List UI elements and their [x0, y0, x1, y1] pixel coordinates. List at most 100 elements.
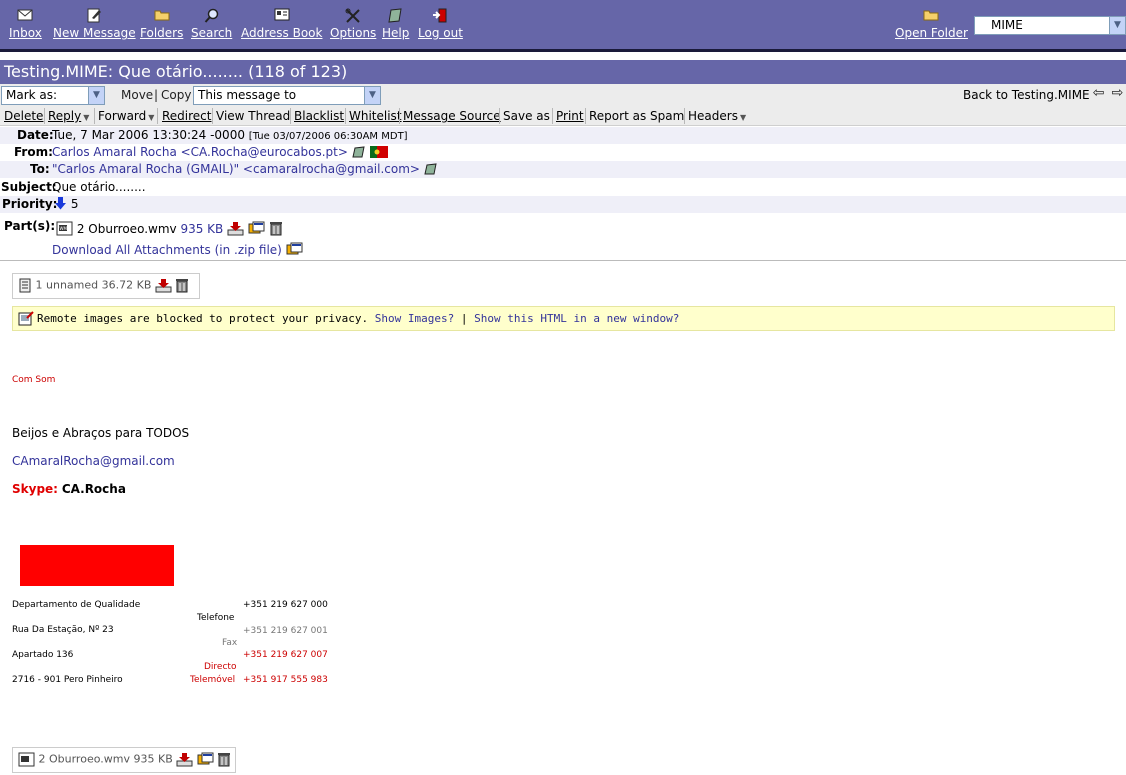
- toolbar-options[interactable]: Options: [330, 8, 376, 40]
- toolbar-divider: [0, 49, 1126, 52]
- view-thread-button[interactable]: View Thread: [216, 109, 290, 123]
- whitelist-button[interactable]: Whitelist: [349, 109, 402, 123]
- priority-row: Priority: 5: [0, 196, 1126, 213]
- arrow-down-icon: [55, 197, 66, 210]
- toolbar-help[interactable]: Help: [382, 8, 409, 40]
- divider: [212, 108, 213, 124]
- date-row: Date: Tue, 7 Mar 2006 13:30:24 -0000 [Tu…: [0, 127, 1126, 144]
- from-value: Carlos Amaral Rocha <CA.Rocha@eurocabos.…: [52, 145, 388, 159]
- subject-label: Subject:: [1, 180, 57, 194]
- save-as-button[interactable]: Save as: [503, 109, 550, 123]
- chevron-down-icon: ▼: [364, 87, 380, 104]
- tools-icon: [330, 8, 376, 25]
- report-spam-button[interactable]: Report as Spam: [589, 109, 684, 123]
- blacklist-button[interactable]: Blacklist: [294, 109, 344, 123]
- chevron-down-icon: ▼: [1109, 17, 1125, 34]
- show-images-link[interactable]: Show Images?: [375, 312, 454, 325]
- envelope-icon: [9, 8, 42, 25]
- remote-bar-separator: |: [460, 312, 468, 325]
- skype-line: Skype: CA.Rocha: [12, 482, 126, 496]
- report-spam-label: Report as Spam: [589, 109, 685, 123]
- print-button[interactable]: Print: [556, 109, 584, 123]
- toolbar-inbox[interactable]: Inbox: [9, 8, 42, 40]
- download-icon[interactable]: [176, 752, 193, 767]
- toolbar-search[interactable]: Search: [191, 8, 232, 40]
- trash-icon[interactable]: [269, 221, 283, 236]
- move-button[interactable]: Move: [121, 88, 153, 102]
- folder-select[interactable]: MIME ▼: [974, 16, 1126, 35]
- to-row: To: "Carlos Amaral Rocha (GMAIL)" <camar…: [0, 161, 1126, 178]
- compose-icon: [53, 8, 136, 25]
- attachment-unnamed[interactable]: 1 unnamed 36.72 KB: [12, 273, 200, 299]
- download-icon[interactable]: [155, 278, 172, 293]
- next-message-arrow-icon[interactable]: ⇨: [1110, 86, 1125, 101]
- message-source-button[interactable]: Message Source: [403, 109, 501, 123]
- view-window-icon[interactable]: [286, 242, 303, 257]
- toolbar-search-label: Search: [191, 26, 233, 40]
- redirect-button[interactable]: Redirect: [162, 109, 212, 123]
- trash-icon[interactable]: [175, 278, 189, 293]
- parts-row: Part(s): WMV 2 Oburroeo.wmv 935 KB Downl…: [0, 218, 1126, 258]
- sig-phone-main: +351 219 627 000: [243, 600, 328, 610]
- view-window-icon[interactable]: [248, 221, 265, 236]
- divider: [552, 108, 553, 124]
- date-value: Tue, 7 Mar 2006 13:30:24 -0000 [Tue 03/0…: [52, 128, 408, 142]
- video-file-icon: WMV: [56, 221, 73, 236]
- email-link[interactable]: CAmaralRocha@gmail.com: [12, 454, 175, 468]
- attachment-name: 2 Oburroeo.wmv: [38, 752, 130, 766]
- from-row: From: Carlos Amaral Rocha <CA.Rocha@euro…: [0, 144, 1126, 161]
- attachment-size: 36.72 KB: [101, 278, 152, 292]
- whitelist-label: Whitelist: [349, 109, 402, 123]
- move-copy-separator: |: [154, 88, 159, 102]
- from-link[interactable]: Carlos Amaral Rocha <CA.Rocha@eurocabos.…: [52, 145, 348, 159]
- message-actions: Delete Reply ▼ Forward ▼ Redirect View Thr…: [0, 106, 1126, 126]
- attachment-size: 935 KB: [133, 752, 173, 766]
- open-folder-button[interactable]: Open Folder: [895, 8, 968, 40]
- caret-down-icon: ▼: [148, 113, 155, 122]
- download-all-link[interactable]: Download All Attachments (in .zip file): [52, 243, 282, 257]
- toolbar-logout[interactable]: Log out: [418, 8, 463, 40]
- headers-button[interactable]: Headers ▼: [688, 109, 746, 123]
- address-book-icon: [241, 8, 322, 25]
- add-contact-icon[interactable]: [352, 146, 366, 158]
- toolbar-new-message-label: New Message: [53, 26, 136, 40]
- from-label: From:: [14, 145, 53, 159]
- caret-down-icon: ▼: [739, 113, 747, 122]
- back-to-folder-link[interactable]: Back to Testing.MIME: [963, 88, 1090, 102]
- attachment-wmv[interactable]: 2 Oburroeo.wmv 935 KB: [12, 747, 236, 773]
- toolbar-new-message[interactable]: New Message: [53, 8, 136, 40]
- sig-phone-direct: +351 219 627 007: [243, 650, 328, 660]
- mark-as-select[interactable]: Mark as: ▼: [1, 86, 105, 105]
- copy-button[interactable]: Copy: [161, 88, 191, 102]
- reply-label: Reply: [48, 109, 82, 123]
- toolbar-address-book-label: Address Book: [241, 26, 323, 40]
- to-value: "Carlos Amaral Rocha (GMAIL)" <camaralro…: [52, 162, 438, 176]
- forward-label: Forward: [98, 109, 147, 123]
- previous-message-arrow-icon[interactable]: ⇦: [1091, 86, 1106, 101]
- sig-department: Departamento de Qualidade: [12, 600, 141, 610]
- sig-telemovel-label: Telemóvel: [190, 675, 236, 685]
- flag-icon: [369, 146, 388, 158]
- part-size-link[interactable]: 935 KB: [180, 222, 223, 236]
- folder-icon: [140, 8, 183, 25]
- delete-button[interactable]: Delete: [4, 109, 43, 123]
- toolbar-address-book[interactable]: Address Book: [241, 8, 322, 40]
- toolbar-logout-label: Log out: [418, 26, 463, 40]
- reply-button[interactable]: Reply ▼: [48, 109, 89, 123]
- forward-button[interactable]: Forward ▼: [98, 109, 154, 123]
- view-window-icon[interactable]: [197, 752, 214, 767]
- copy-target-select[interactable]: This message to ▼: [193, 86, 381, 105]
- copy-target-value: This message to: [198, 88, 297, 102]
- sig-directo-label: Directo: [204, 662, 237, 672]
- view-thread-label: View Thread: [216, 109, 291, 123]
- show-html-link[interactable]: Show this HTML in a new window?: [474, 312, 679, 325]
- divider: [684, 108, 685, 124]
- trash-icon[interactable]: [217, 752, 231, 767]
- toolbar-folders-label: Folders: [140, 26, 184, 40]
- download-icon[interactable]: [227, 221, 244, 236]
- add-contact-icon[interactable]: [424, 163, 438, 175]
- magnifier-icon: [191, 8, 232, 25]
- sig-phone-mobile: +351 917 555 983: [243, 675, 328, 685]
- toolbar-folders[interactable]: Folders: [140, 8, 183, 40]
- to-link[interactable]: "Carlos Amaral Rocha (GMAIL)" <camaralro…: [52, 162, 420, 176]
